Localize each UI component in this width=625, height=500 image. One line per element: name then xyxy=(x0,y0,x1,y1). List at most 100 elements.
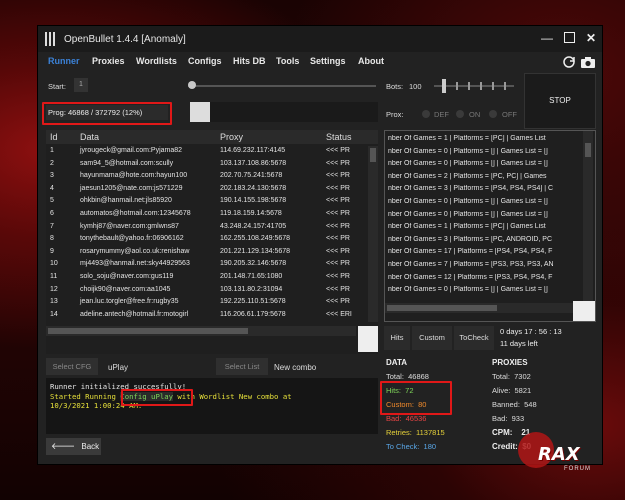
capture-row[interactable]: nber Of Games = 3 | Platforms = [PS4, PS… xyxy=(388,185,578,197)
bots-slider[interactable] xyxy=(434,78,514,94)
capture-row[interactable]: nber Of Games = 0 | Platforms = [] | Gam… xyxy=(388,160,578,172)
row-status: <<< PR xyxy=(326,184,350,192)
table-vscroll-thumb[interactable] xyxy=(370,148,376,162)
menu-about[interactable]: About xyxy=(358,56,384,66)
stat-tocheck: To Check: 180 xyxy=(386,442,436,451)
list-name: New combo xyxy=(274,363,317,372)
row-id: 9 xyxy=(50,247,54,255)
table-row[interactable]: 3 hayunmama@hote.com:hayun100 202.70.75.24… xyxy=(46,171,370,183)
capture-row[interactable]: nber Of Games = 2 | Platforms = [PC, PC]… xyxy=(388,173,578,185)
col-proxy[interactable]: Proxy xyxy=(220,132,243,142)
table-row[interactable]: 10 mj4493@hanmail.net:sky44929563 190.205.… xyxy=(46,259,370,271)
menu-runner[interactable]: Runner xyxy=(48,56,80,66)
captures-vscroll[interactable] xyxy=(583,131,593,303)
capture-row[interactable]: nber Of Games = 7 | Platforms = [PS3, PS… xyxy=(388,261,578,273)
capture-row[interactable]: nber Of Games = 1 | Platforms = [PC] | G… xyxy=(388,135,578,147)
main-menu: Runner Proxies Wordlists Configs Hits DB… xyxy=(38,53,602,69)
row-status: <<< PR xyxy=(326,159,350,167)
start-label: Start: xyxy=(48,82,66,91)
capture-row[interactable]: nber Of Games = 0 | Platforms = [] | Gam… xyxy=(388,198,578,210)
capture-row[interactable]: nber Of Games = 3 | Platforms = [PC, AND… xyxy=(388,236,578,248)
stop-button[interactable]: STOP xyxy=(524,73,596,129)
watermark-brand: RAX xyxy=(538,444,580,465)
capture-row[interactable]: nber Of Games = 0 | Platforms = [] | Gam… xyxy=(388,286,578,298)
row-data: rosarymummy@aol.co.uk:renishaw xyxy=(80,247,190,255)
app-window: OpenBullet 1.4.4 [Anomaly] — ✕ Runner Pr… xyxy=(38,26,602,464)
col-data[interactable]: Data xyxy=(80,132,99,142)
captures-hscroll[interactable] xyxy=(385,303,575,313)
row-proxy: 202.70.75.241:5678 xyxy=(220,172,283,180)
row-proxy: 190.205.32.146:5678 xyxy=(220,260,287,268)
start-slider-track[interactable] xyxy=(188,85,376,87)
table-vscroll[interactable] xyxy=(368,146,378,322)
table-row[interactable]: 4 jaesun1205@nate.com:js571229 202.183.24.… xyxy=(46,184,370,196)
col-status[interactable]: Status xyxy=(326,132,352,142)
row-data: ohkbin@hanmail.net:jls85920 xyxy=(80,197,172,205)
select-cfg-button[interactable]: Select CFG xyxy=(46,358,98,375)
table-row[interactable]: 11 solo_soju@naver.com:gus119 201.148.71.6… xyxy=(46,272,370,284)
table-row[interactable]: 13 jean.luc.torgler@free.fr:rugby35 192.22… xyxy=(46,297,370,309)
captures-hscroll-thumb[interactable] xyxy=(387,305,497,311)
menu-configs[interactable]: Configs xyxy=(188,56,222,66)
row-status: <<< PR xyxy=(326,210,350,217)
table-row[interactable]: 14 adeline.antech@hotmail.fr:motogirl 116.… xyxy=(46,310,370,322)
prox-off-radio[interactable] xyxy=(489,110,497,118)
table-hscroll-thumb[interactable] xyxy=(48,328,248,334)
tab-custom[interactable]: Custom xyxy=(412,326,452,350)
menu-tools[interactable]: Tools xyxy=(276,56,299,66)
tab-hits[interactable]: Hits xyxy=(384,326,410,350)
proxy-banned: Banned: 548 xyxy=(492,400,537,409)
row-data: mj4493@hanmail.net:sky44929563 xyxy=(80,260,190,268)
data-header: DATA xyxy=(386,358,408,367)
table-row[interactable]: 6 automatos@hotmail.com:12345678 119.18.15… xyxy=(46,209,370,221)
table-hscroll[interactable] xyxy=(46,326,356,336)
proxy-total-value: 7302 xyxy=(514,372,531,381)
table-row[interactable]: 5 ohkbin@hanmail.net:jls85920 190.14.155.1… xyxy=(46,196,370,208)
maximize-icon[interactable] xyxy=(562,31,576,45)
table-row[interactable]: 9 rosarymummy@aol.co.uk:renishaw 201.221.1… xyxy=(46,247,370,259)
bots-value[interactable]: 100 xyxy=(409,82,422,91)
row-id: 11 xyxy=(50,273,58,280)
start-input[interactable]: 1 xyxy=(74,78,88,92)
col-id[interactable]: Id xyxy=(50,132,58,142)
table-row[interactable]: 7 kymhj87@naver.com:gmlwns87 43.248.24.157… xyxy=(46,222,370,234)
menu-settings[interactable]: Settings xyxy=(310,56,346,66)
capture-row[interactable]: nber Of Games = 1 | Platforms = [PC] | G… xyxy=(388,223,578,235)
capture-row[interactable]: nber Of Games = 0 | Platforms = [] | Gam… xyxy=(388,148,578,160)
refresh-icon[interactable] xyxy=(562,55,578,69)
row-status: <<< PR xyxy=(326,260,350,268)
proxy-cpm-label: CPM: xyxy=(492,428,513,437)
captures-panel: nber Of Games = 1 | Platforms = [PC] | G… xyxy=(384,130,596,322)
stat-tocheck-value: 180 xyxy=(423,442,437,451)
proxy-bad: Bad: 933 xyxy=(492,414,524,423)
row-proxy: 162.255.108.249:5678 xyxy=(220,235,291,243)
table-row[interactable]: 1 jyrougeck@gmail.com:Pyjama82 114.69.232.… xyxy=(46,146,370,158)
row-status: <<< PR xyxy=(326,247,350,255)
row-id: 10 xyxy=(50,260,58,268)
camera-icon[interactable] xyxy=(580,56,596,69)
table-row[interactable]: 8 tonythebault@yahoo.fr:06906162 162.255.1… xyxy=(46,234,370,246)
timer-left: 11 days left xyxy=(500,339,538,348)
proxy-total-label: Total: xyxy=(492,372,510,381)
start-slider-knob[interactable] xyxy=(188,81,196,89)
table-row[interactable]: 2 sam94_5@hotmail.com:scully 103.137.108.8… xyxy=(46,159,370,171)
captures-vscroll-thumb[interactable] xyxy=(585,143,591,157)
captures-scroll-corner xyxy=(573,301,595,321)
capture-row[interactable]: nber Of Games = 0 | Platforms = [] | Gam… xyxy=(388,211,578,223)
prox-def-radio[interactable] xyxy=(422,110,430,118)
minimize-icon[interactable]: — xyxy=(540,31,554,45)
table-row[interactable]: 12 choijk90@naver.com:aa1045 103.131.80.2:… xyxy=(46,285,370,297)
select-list-button[interactable]: Select List xyxy=(216,358,268,375)
menu-hits-db[interactable]: Hits DB xyxy=(233,56,266,66)
prox-def-label: DEF xyxy=(434,110,449,119)
tab-tocheck[interactable]: ToCheck xyxy=(454,326,494,350)
row-proxy: 114.69.232.117:4145 xyxy=(220,147,286,154)
capture-row[interactable]: nber Of Games = 12 | Platforms = [PS3, P… xyxy=(388,274,578,286)
prox-on-radio[interactable] xyxy=(456,110,464,118)
menu-proxies[interactable]: Proxies xyxy=(92,56,125,66)
back-button[interactable]: 🡐 Back xyxy=(46,438,101,455)
row-status: <<< PR xyxy=(326,285,350,293)
menu-wordlists[interactable]: Wordlists xyxy=(136,56,177,66)
capture-row[interactable]: nber Of Games = 17 | Platforms = [PS4, P… xyxy=(388,248,578,260)
close-icon[interactable]: ✕ xyxy=(584,31,598,45)
